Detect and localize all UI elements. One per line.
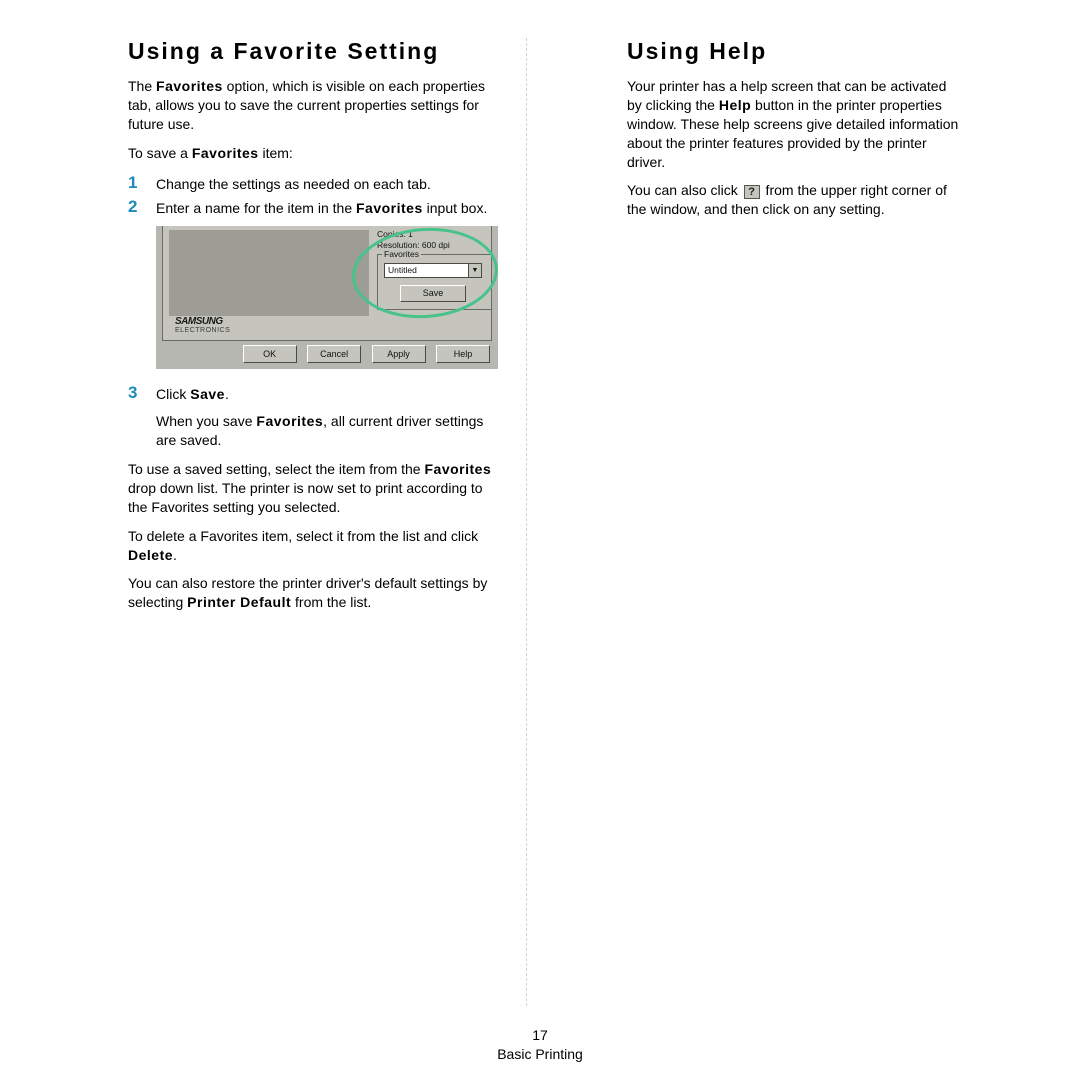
delete-paragraph: To delete a Favorites item, select it fr…: [128, 527, 498, 565]
text: from the list.: [291, 594, 371, 610]
column-divider: [526, 38, 527, 1006]
printer-default-term: Printer Default: [187, 594, 291, 610]
step-3-body: When you save Favorites, all current dri…: [156, 412, 498, 450]
step-text: Enter a name for the item in the Favorit…: [156, 197, 487, 218]
text: To delete a Favorites item, select it fr…: [128, 528, 478, 544]
page-footer: 17 Basic Printing: [0, 1027, 1080, 1062]
footer-section-name: Basic Printing: [0, 1046, 1080, 1062]
document-page: Using a Favorite Setting The Favorites o…: [0, 0, 1080, 1080]
intro-paragraph: The Favorites option, which is visible o…: [128, 77, 498, 134]
favorites-combo[interactable]: Untitled ▼: [384, 263, 482, 278]
dialog-body: SAMSUNG ELECTRONICS Copies: 1 Resolution…: [162, 226, 492, 341]
brand-logo: SAMSUNG ELECTRONICS: [175, 316, 230, 334]
restore-paragraph: You can also restore the printer driver'…: [128, 574, 498, 612]
text: drop down list. The printer is now set t…: [128, 480, 483, 515]
page-preview-area: [169, 230, 369, 316]
dialog-screenshot: SAMSUNG ELECTRONICS Copies: 1 Resolution…: [156, 226, 498, 369]
step-3: 3 Click Save.: [128, 383, 498, 404]
steps-list-continued: 3 Click Save.: [128, 383, 498, 404]
text: Click: [156, 386, 190, 402]
help-button[interactable]: Help: [436, 345, 490, 363]
favorites-term: Favorites: [192, 145, 259, 161]
favorites-term: Favorites: [356, 200, 423, 216]
favorites-legend: Favorites: [382, 249, 421, 259]
left-column: Using a Favorite Setting The Favorites o…: [128, 38, 522, 1006]
text: item:: [259, 145, 293, 161]
use-paragraph: To use a saved setting, select the item …: [128, 460, 498, 517]
text: The: [128, 78, 156, 94]
page-number: 17: [0, 1027, 1080, 1043]
dialog-button-row: OK Cancel Apply Help: [156, 344, 498, 365]
text: .: [225, 386, 229, 402]
brand-name: SAMSUNG: [175, 316, 230, 327]
step-1: 1 Change the settings as needed on each …: [128, 173, 498, 194]
brand-sub: ELECTRONICS: [175, 327, 230, 334]
delete-term: Delete: [128, 547, 173, 563]
text: input box.: [423, 200, 488, 216]
apply-button[interactable]: Apply: [372, 345, 426, 363]
step-number: 3: [128, 383, 156, 404]
help-paragraph-1: Your printer has a help screen that can …: [627, 77, 960, 171]
step-text: Click Save.: [156, 383, 229, 404]
text: To use a saved setting, select the item …: [128, 461, 424, 477]
text: To save a: [128, 145, 192, 161]
favorites-combo-value: Untitled: [388, 265, 417, 275]
text: You can also click: [627, 182, 742, 198]
ok-button[interactable]: OK: [243, 345, 297, 363]
printer-properties-dialog: SAMSUNG ELECTRONICS Copies: 1 Resolution…: [156, 226, 498, 369]
text: Enter a name for the item in the: [156, 200, 356, 216]
dialog-info: Copies: 1 Resolution: 600 dpi: [377, 229, 450, 251]
text: .: [173, 547, 177, 563]
step-number: 2: [128, 197, 156, 218]
favorites-term: Favorites: [156, 78, 223, 94]
question-mark-icon[interactable]: ?: [744, 185, 760, 199]
section-title-help: Using Help: [627, 38, 960, 65]
step-number: 1: [128, 173, 156, 194]
favorites-groupbox: Favorites Untitled ▼ Save: [377, 254, 492, 310]
section-title-favorites: Using a Favorite Setting: [128, 38, 498, 65]
to-save-line: To save a Favorites item:: [128, 144, 498, 163]
help-term: Help: [719, 97, 751, 113]
step-text: Change the settings as needed on each ta…: [156, 173, 431, 194]
right-column: Using Help Your printer has a help scree…: [531, 38, 960, 1006]
steps-list: 1 Change the settings as needed on each …: [128, 173, 498, 219]
chevron-down-icon[interactable]: ▼: [468, 264, 481, 277]
favorites-save-button[interactable]: Save: [400, 285, 466, 302]
text: When you save: [156, 413, 256, 429]
cancel-button[interactable]: Cancel: [307, 345, 361, 363]
copies-readout: Copies: 1: [377, 229, 450, 239]
save-term: Save: [190, 386, 225, 402]
step-2: 2 Enter a name for the item in the Favor…: [128, 197, 498, 218]
help-paragraph-2: You can also click ? from the upper righ…: [627, 181, 960, 219]
favorites-term: Favorites: [256, 413, 323, 429]
favorites-term: Favorites: [424, 461, 491, 477]
